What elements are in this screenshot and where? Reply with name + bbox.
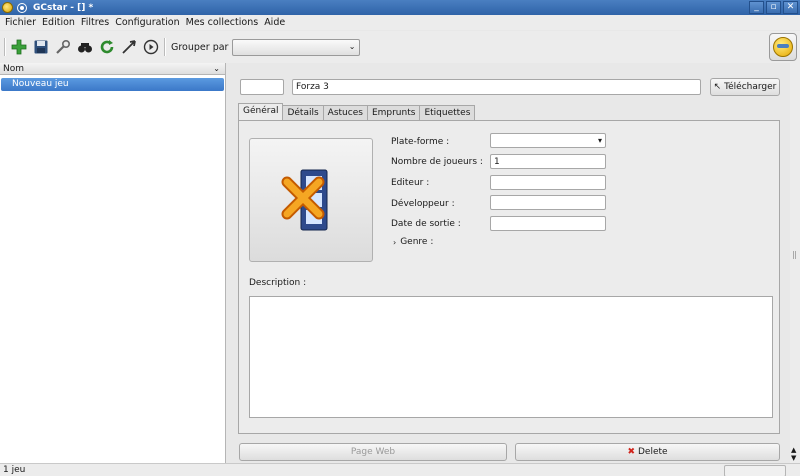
tab-bar: Général Détails Astuces Emprunts Etiquet… — [238, 103, 476, 120]
tab-details[interactable]: Détails — [282, 105, 324, 120]
title-field[interactable]: Forza 3 — [292, 79, 701, 95]
list-item[interactable]: Nouveau jeu — [1, 78, 224, 91]
pin-icon[interactable] — [17, 2, 27, 13]
platform-select[interactable]: ▾ — [490, 133, 606, 148]
detail-panel: Forza 3 ↖ Télécharger Général Détails As… — [226, 63, 788, 463]
genre-label: Genre : — [400, 237, 434, 247]
refresh-icon[interactable] — [98, 38, 116, 56]
chevron-down-icon: ▾ — [597, 136, 602, 145]
save-icon[interactable] — [32, 38, 50, 56]
chevron-down-icon: ⌄ — [348, 41, 356, 51]
cover-image-button[interactable] — [249, 138, 373, 262]
editor-field[interactable] — [490, 175, 606, 190]
settings-icon[interactable] — [54, 38, 72, 56]
search-icon[interactable] — [76, 38, 94, 56]
download-button[interactable]: ↖ Télécharger — [710, 78, 780, 96]
description-label: Description : — [249, 278, 307, 288]
download-icon: ↖ — [713, 82, 722, 92]
play-icon[interactable] — [142, 38, 160, 56]
toolbar-separator — [164, 38, 166, 56]
statusbar: 1 jeu — [0, 463, 800, 476]
minimize-button[interactable]: _ — [749, 1, 764, 14]
smiley-icon — [773, 37, 793, 57]
close-button[interactable]: ✕ — [783, 1, 798, 14]
list-header-nom[interactable]: Nom ⌄ — [0, 63, 225, 75]
developer-label: Développeur : — [391, 199, 455, 209]
description-textarea[interactable] — [249, 296, 773, 418]
menu-fichier[interactable]: Fichier — [5, 17, 36, 28]
players-field[interactable]: 1 — [490, 154, 606, 169]
app-icon[interactable] — [2, 2, 13, 13]
gcstar-smiley-button[interactable] — [769, 33, 797, 61]
tab-etiquettes[interactable]: Etiquettes — [419, 105, 476, 120]
window-title: GCstar - [] * — [33, 2, 94, 13]
genre-expander[interactable]: › Genre : — [393, 237, 433, 247]
chevron-down-icon: ⌄ — [213, 64, 220, 73]
item-list: Nom ⌄ Nouveau jeu — [0, 63, 226, 463]
id-field[interactable] — [240, 79, 284, 95]
release-date-field[interactable] — [490, 216, 606, 231]
toolbar: Grouper par ⌄ — [0, 31, 800, 63]
editor-label: Editeur : — [391, 178, 430, 188]
status-text: 1 jeu — [3, 465, 26, 475]
platform-label: Plate-forme : — [391, 137, 450, 147]
tab-astuces[interactable]: Astuces — [322, 105, 368, 120]
web-page-button[interactable]: Page Web — [239, 443, 507, 461]
menu-configuration[interactable]: Configuration — [115, 17, 179, 28]
download-label: Télécharger — [724, 82, 777, 92]
add-icon[interactable] — [10, 38, 28, 56]
menu-mes-collections[interactable]: Mes collections — [186, 17, 259, 28]
chevron-right-icon: › — [393, 237, 397, 247]
scroll-up-icon[interactable]: ▲ — [791, 446, 796, 454]
developer-field[interactable] — [490, 195, 606, 210]
no-image-icon — [281, 169, 328, 231]
group-by-select[interactable]: ⌄ — [232, 38, 361, 56]
menu-aide[interactable]: Aide — [264, 17, 285, 28]
progress-bar — [724, 465, 786, 476]
tab-panel-general: Plate-forme : ▾ Nombre de joueurs : 1 Ed… — [238, 120, 780, 434]
random-icon[interactable] — [120, 38, 138, 56]
delete-button[interactable]: ✖ Delete — [515, 443, 780, 461]
scroll-grip[interactable] — [793, 251, 796, 259]
menu-edition[interactable]: Edition — [42, 17, 75, 28]
list-header-label: Nom — [3, 63, 25, 74]
delete-icon: ✖ — [627, 447, 635, 457]
menu-filtres[interactable]: Filtres — [81, 17, 109, 28]
tab-emprunts[interactable]: Emprunts — [366, 105, 421, 120]
release-date-label: Date de sortie : — [391, 219, 461, 229]
players-label: Nombre de joueurs : — [391, 157, 483, 167]
scroll-down-icon[interactable]: ▼ — [791, 454, 796, 462]
toolbar-separator — [4, 38, 6, 56]
delete-label: Delete — [637, 447, 668, 457]
restore-button[interactable]: ▫ — [766, 1, 781, 14]
tab-general[interactable]: Général — [238, 103, 284, 120]
vertical-scrollbar[interactable]: ▲ ▼ — [790, 63, 800, 463]
group-by-label: Grouper par — [171, 41, 229, 53]
window-titlebar: GCstar - [] * _ ▫ ✕ — [0, 0, 800, 15]
menubar: Fichier Edition Filtres Configuration Me… — [0, 15, 800, 30]
